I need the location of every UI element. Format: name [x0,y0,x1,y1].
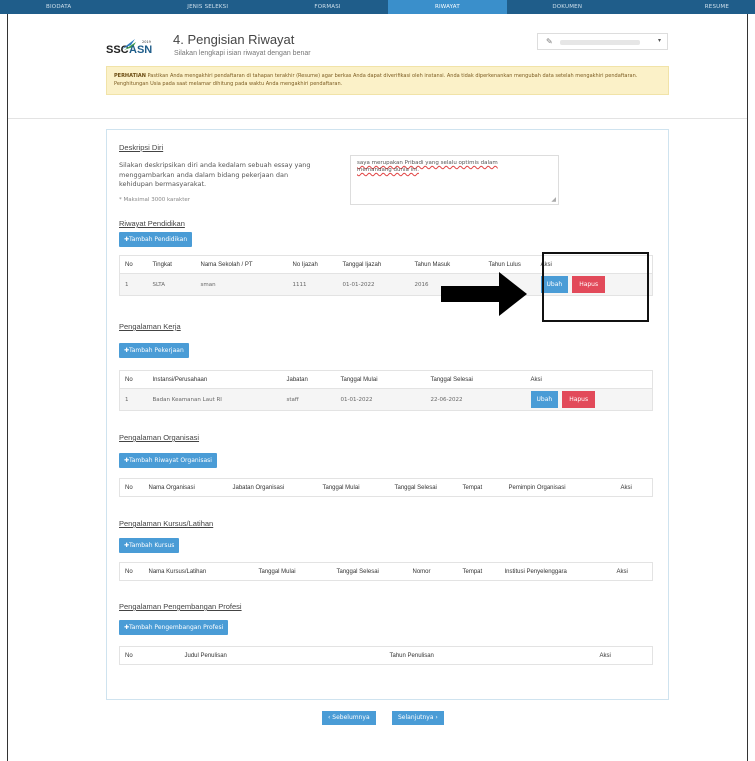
column-header: Tanggal Selesai [331,562,408,581]
profesi-table: No Judul Penulisan Tahun Penulisan Aksi [119,646,653,665]
notice-label: PERHATIAN [114,73,146,79]
previous-button[interactable]: ‹ Sebelumnya [322,711,376,725]
table-row: 1 Badan Keamanan Laut RI staff 01-01-202… [119,388,653,411]
column-header: No [119,478,144,497]
column-header: Nama Organisasi [143,478,228,497]
cell-nama-sekolah: sman [195,273,288,296]
page-subtitle: Silakan lengkapi isian riwayat dengan be… [174,50,311,57]
cell-instansi: Badan Keamanan Laut RI [147,388,282,411]
chevron-down-icon: ▾ [657,37,661,44]
column-header: Tahun Masuk [409,255,484,274]
cell-aksi: Ubah Hapus [525,388,653,411]
column-header: Tanggal Selesai [389,478,458,497]
column-header: Nama Sekolah / PT [195,255,288,274]
column-header: Tanggal Mulai [317,478,390,497]
section-title-organisasi: Pengalaman Organisasi [119,433,200,442]
add-organisasi-label: Tambah Riwayat Organisasi [129,457,212,464]
divider [8,118,747,119]
column-header: Instansi/Perusahaan [147,370,282,389]
column-header: Tanggal Mulai [253,562,332,581]
column-header: Aksi [594,646,653,665]
kursus-table: No Nama Kursus/Latihan Tanggal Mulai Tan… [119,562,653,581]
arrow-right-icon [441,272,527,316]
add-pendidikan-button[interactable]: ✚Tambah Pendidikan [119,232,193,247]
column-header: Tempat [457,478,504,497]
column-header: Aksi [615,478,653,497]
sscasn-logo: SSC 2019 ASN [106,36,160,60]
ubah-button[interactable]: Ubah [530,391,559,408]
user-name-redacted [560,40,640,45]
section-title-kerja: Pengalaman Kerja [119,322,181,331]
column-header: Jabatan [281,370,336,389]
frame-left-border [7,14,8,761]
add-kursus-button[interactable]: ✚Tambah Kursus [119,538,180,553]
section-title-pendidikan: Riwayat Pendidikan [119,219,185,228]
cell-tanggal-mulai: 01-01-2022 [335,388,426,411]
column-header: Tanggal Selesai [425,370,526,389]
column-header: Tingkat [147,255,196,274]
column-header: Tahun Penulisan [384,646,595,665]
highlight-box [542,252,649,322]
column-header: Tanggal Ijazah [337,255,410,274]
organisasi-table: No Nama Organisasi Jabatan Organisasi Ta… [119,478,653,497]
add-kursus-label: Tambah Kursus [129,542,175,549]
kerja-table: No Instansi/Perusahaan Jabatan Tanggal M… [119,370,653,411]
add-profesi-button[interactable]: ✚Tambah Pengembangan Profesi [119,620,229,635]
add-pekerjaan-button[interactable]: ✚Tambah Pekerjaan [119,343,189,358]
logo-text-asn: ASN [129,44,153,56]
column-header: No [119,562,144,581]
section-title-deskripsi: Deskripsi Diri [119,143,164,152]
section-title-kursus: Pengalaman Kursus/Latihan [119,519,214,528]
column-header: Institusi Penyelenggara [499,562,612,581]
deskripsi-value-line2: memandang dunia ini. [357,167,419,173]
next-button[interactable]: Selanjutnya › [392,711,444,725]
column-header: Tempat [457,562,500,581]
hapus-button[interactable]: Hapus [562,391,596,408]
cell-tanggal-selesai: 22-06-2022 [425,388,526,411]
page-title: 4. Pengisian Riwayat [173,32,295,47]
deskripsi-textarea[interactable]: saya merupakan Pribadi yang selalu optim… [350,155,559,205]
column-header: No [119,255,148,274]
column-header: Tahun Lulus [483,255,536,274]
resize-handle-icon[interactable]: ◢ [551,196,556,203]
section-title-profesi: Pengalaman Pengembangan Profesi [119,602,242,611]
column-header: No [119,646,180,665]
cell-jabatan: staff [281,388,336,411]
add-organisasi-button[interactable]: ✚Tambah Riwayat Organisasi [119,453,217,468]
riwayat-panel: Deskripsi Diri Silakan deskripsikan diri… [106,129,669,700]
column-header: No Ijazah [287,255,338,274]
column-header: Aksi [525,370,653,389]
add-pekerjaan-label: Tambah Pekerjaan [129,347,184,354]
cell-tingkat: SLTA [147,273,196,296]
cell-no: 1 [119,273,148,296]
step-resume[interactable]: RESUME [627,0,755,14]
step-jenis-seleksi[interactable]: JENIS SELEKSI [148,0,268,14]
deskripsi-note: * Maksimal 3000 karakter [119,197,191,203]
step-riwayat[interactable]: RIWAYAT [387,0,508,14]
column-header: No [119,370,148,389]
cell-no-ijazah: 1111 [287,273,338,296]
step-formasi[interactable]: FORMASI [268,0,388,14]
column-header: Judul Penulisan [179,646,385,665]
warning-notice: PERHATIAN Pastikan Anda mengakhiri penda… [106,66,669,95]
user-icon: ✎ [546,37,553,46]
column-header: Nomor [407,562,458,581]
deskripsi-value-line1: saya merupakan Pribadi yang selalu optim… [357,160,498,166]
column-header: Pemimpin Organisasi [503,478,616,497]
step-dokumen[interactable]: DOKUMEN [507,0,627,14]
column-header: Tanggal Mulai [335,370,426,389]
column-header: Aksi [611,562,653,581]
step-biodata[interactable]: BIODATA [0,0,148,14]
cell-no: 1 [119,388,148,411]
deskripsi-instruction: Silakan deskripsikan diri anda kedalam s… [119,161,311,188]
frame-right-border [747,14,748,761]
add-profesi-label: Tambah Pengembangan Profesi [129,624,224,631]
add-pendidikan-label: Tambah Pendidikan [129,236,188,243]
step-bar: BIODATA JENIS SELEKSI FORMASI RIWAYAT DO… [0,0,755,14]
user-dropdown[interactable]: ✎ ▾ [537,33,668,50]
notice-text: Pastikan Anda mengakhiri pendaftaran di … [114,73,638,87]
column-header: Nama Kursus/Latihan [143,562,254,581]
cell-tanggal-ijazah: 01-01-2022 [337,273,410,296]
column-header: Jabatan Organisasi [227,478,318,497]
